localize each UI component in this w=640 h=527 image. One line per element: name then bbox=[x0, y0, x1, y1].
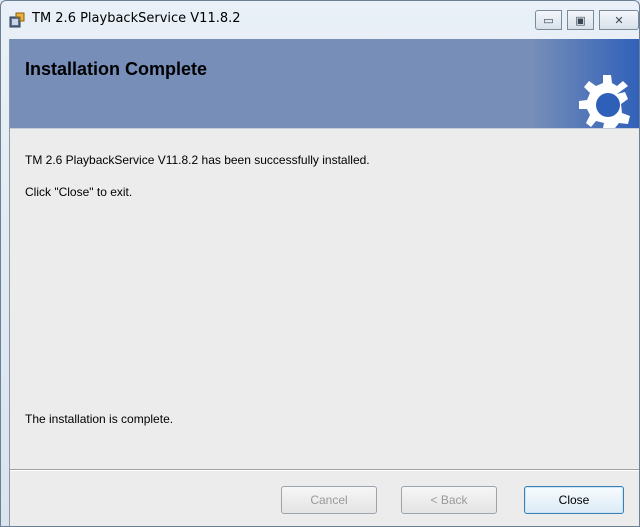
success-message: TM 2.6 PlaybackService V11.8.2 has been … bbox=[25, 153, 370, 167]
dialog-client-area: Installation Complete TM 2.6 PlaybackSer… bbox=[9, 39, 639, 526]
button-separator bbox=[10, 469, 639, 471]
close-window-button[interactable]: ✕ bbox=[599, 10, 639, 30]
cancel-button[interactable]: Cancel bbox=[281, 486, 377, 514]
installer-app-icon bbox=[9, 12, 25, 28]
maximize-button[interactable]: ▣ bbox=[567, 10, 594, 30]
minimize-button[interactable]: ▭ bbox=[535, 10, 562, 30]
window-title: TM 2.6 PlaybackService V11.8.2 bbox=[32, 11, 241, 26]
page-title: Installation Complete bbox=[25, 59, 208, 79]
close-icon: ✕ bbox=[614, 13, 624, 27]
installer-window: TM 2.6 PlaybackService V11.8.2 ▭ ▣ ✕ Ins… bbox=[0, 0, 640, 527]
close-button[interactable]: Close bbox=[524, 486, 624, 514]
header-banner: Installation Complete bbox=[10, 39, 639, 129]
title-bar[interactable]: TM 2.6 PlaybackService V11.8.2 ▭ ▣ ✕ bbox=[1, 1, 639, 39]
gear-icon bbox=[533, 39, 639, 128]
completion-status: The installation is complete. bbox=[25, 412, 174, 426]
minimize-icon: ▭ bbox=[543, 13, 554, 27]
back-button[interactable]: < Back bbox=[401, 486, 497, 514]
exit-instruction: Click "Close" to exit. bbox=[25, 185, 133, 199]
maximize-icon: ▣ bbox=[575, 13, 586, 27]
